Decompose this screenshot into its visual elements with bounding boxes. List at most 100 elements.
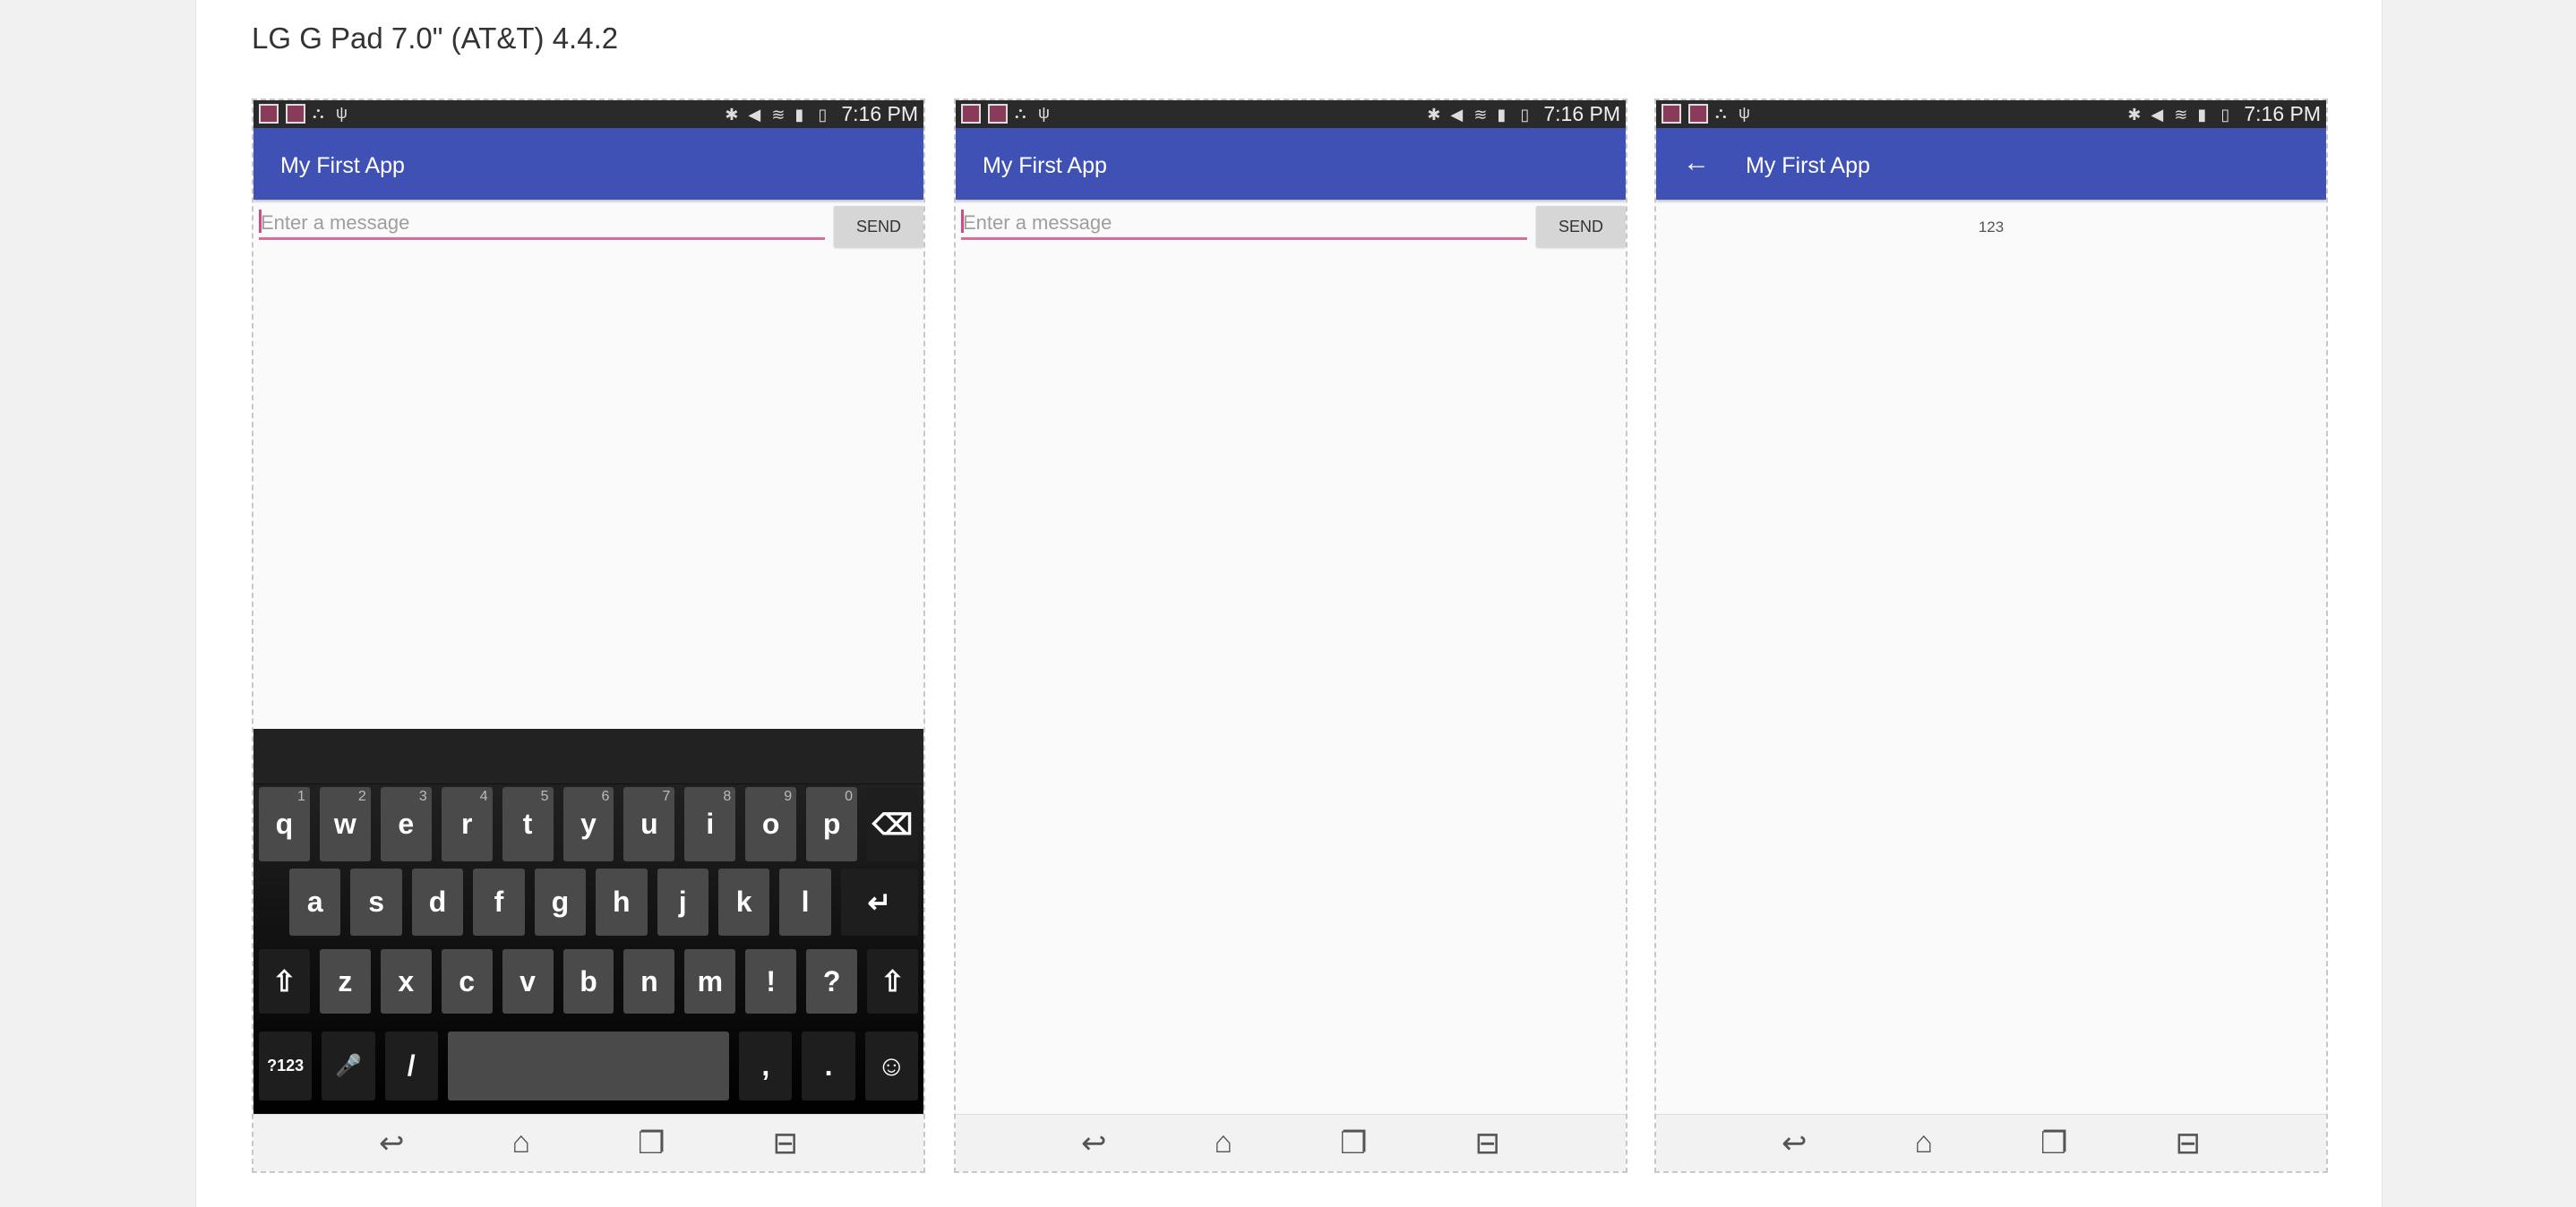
key-d[interactable]: d (411, 869, 464, 936)
usb-icon: ψ (336, 104, 348, 122)
home-icon[interactable]: ⌂ (1914, 1126, 1933, 1160)
key-hint: 2 (357, 789, 366, 804)
shift-key-right[interactable]: ⇧ (867, 949, 918, 1014)
recents-icon[interactable]: ❐ (1340, 1126, 1367, 1161)
app-bar: ← My First App (1656, 128, 2326, 200)
key-m[interactable]: m (684, 949, 736, 1014)
message-input[interactable]: Enter a message (961, 206, 1527, 240)
key-n[interactable]: n (623, 949, 675, 1014)
back-icon[interactable]: ↩ (1782, 1126, 1807, 1161)
key-hint: 7 (662, 789, 671, 804)
app-title: My First App (983, 153, 1107, 178)
symbols-key[interactable]: ?123 (259, 1032, 313, 1100)
status-time: 7:16 PM (841, 102, 918, 125)
enter-key[interactable]: ↵ (840, 869, 918, 936)
key-v[interactable]: v (502, 949, 554, 1014)
emoji-key[interactable]: ☺ (864, 1032, 919, 1100)
android-debug-icon: ⛬ (1715, 104, 1727, 122)
key-label: ?123 (267, 1057, 305, 1074)
mute-icon: ◀ (1450, 105, 1464, 124)
wifi-icon: ≋ (1473, 105, 1488, 124)
back-icon[interactable]: ↩ (379, 1126, 405, 1161)
status-time: 7:16 PM (1543, 102, 1620, 125)
bluetooth-icon: ✱ (725, 105, 739, 124)
key-hint: 4 (479, 789, 488, 804)
key-e[interactable]: e3 (380, 787, 432, 861)
home-icon[interactable]: ⌂ (511, 1126, 530, 1160)
key-label: n (640, 964, 658, 997)
message-input[interactable]: Enter a message (259, 206, 825, 240)
slash-key[interactable]: / (384, 1032, 438, 1100)
key-label: c (459, 964, 476, 997)
navigation-bar: ↩ ⌂ ❐ ⊟ (253, 1114, 923, 1171)
key-label: w (333, 808, 356, 840)
menu-icon[interactable]: ⊟ (772, 1126, 798, 1161)
key-r[interactable]: r4 (441, 787, 493, 861)
key-l[interactable]: l (779, 869, 831, 936)
page-title: LG G Pad 7.0" (AT&T) 4.4.2 (252, 21, 619, 55)
backspace-key[interactable]: ⌫ (867, 787, 918, 861)
notification-icon (1688, 104, 1708, 124)
key-o[interactable]: o9 (745, 787, 797, 861)
key-a[interactable]: a (289, 869, 341, 936)
key-label: q (275, 808, 294, 840)
send-button[interactable]: SEND (834, 206, 923, 247)
key-hint: 3 (418, 789, 427, 804)
key-label: z (338, 964, 353, 997)
notification-icon (1662, 104, 1681, 124)
key-b[interactable]: b (562, 949, 614, 1014)
recents-icon[interactable]: ❐ (638, 1126, 665, 1161)
android-debug-icon: ⛬ (1015, 104, 1026, 122)
key-g[interactable]: g (534, 869, 587, 936)
key-w[interactable]: w2 (319, 787, 371, 861)
key-f[interactable]: f (473, 869, 525, 936)
mic-key[interactable]: 🎤 (322, 1032, 375, 1100)
key-label: , (761, 1049, 770, 1082)
comma-key[interactable]: , (739, 1032, 793, 1100)
key-x[interactable]: x (380, 949, 432, 1014)
key-?[interactable]: ? (806, 949, 858, 1014)
key-i[interactable]: i8 (684, 787, 736, 861)
soft-keyboard: q 1 w 2 e 3 r 4 t 5 y 6 u 7 i 8 o 9 p 0 ⌫ a s d f g h j k l ↵ ⇧ z x c v b n… (253, 729, 923, 1116)
space-key[interactable] (447, 1032, 730, 1100)
app-bar: My First App (253, 128, 923, 200)
key-label: h (613, 886, 631, 918)
key-u[interactable]: u7 (623, 787, 675, 861)
key-label: x (398, 964, 415, 997)
key-t[interactable]: t5 (502, 787, 554, 861)
send-button[interactable]: SEND (1536, 206, 1626, 247)
recents-icon[interactable]: ❐ (2040, 1126, 2067, 1161)
key-![interactable]: ! (745, 949, 797, 1014)
key-label: l (801, 886, 810, 918)
status-bar: ⛬ ψ ✱ ◀ ≋ ▮ ▯ 7:16 PM (1656, 100, 2326, 128)
menu-icon[interactable]: ⊟ (2175, 1126, 2201, 1161)
key-label: i (706, 808, 715, 840)
key-label: j (678, 886, 687, 918)
period-key[interactable]: . (802, 1032, 855, 1100)
battery-icon: ▯ (1520, 105, 1530, 124)
app-bar: My First App (956, 128, 1626, 200)
key-z[interactable]: z (319, 949, 371, 1014)
status-bar: ⛬ ψ ✱ ◀ ≋ ▮ ▯ 7:16 PM (253, 100, 923, 128)
key-p[interactable]: p0 (806, 787, 858, 861)
key-c[interactable]: c (441, 949, 493, 1014)
usb-icon: ψ (1038, 104, 1050, 122)
shift-key[interactable]: ⇧ (259, 949, 310, 1014)
back-icon[interactable]: ↩ (1081, 1126, 1107, 1161)
menu-icon[interactable]: ⊟ (1474, 1126, 1500, 1161)
key-label: y (580, 808, 597, 840)
key-k[interactable]: k (717, 869, 770, 936)
home-icon[interactable]: ⌂ (1214, 1126, 1232, 1160)
key-y[interactable]: y6 (562, 787, 614, 861)
key-label: k (735, 886, 752, 918)
key-q[interactable]: q1 (259, 787, 310, 861)
key-label: o (761, 808, 780, 840)
battery-icon: ▯ (818, 105, 828, 124)
key-label: a (306, 886, 323, 918)
key-j[interactable]: j (657, 869, 708, 936)
message-text: 123 (1978, 218, 2005, 235)
key-label: ? (822, 964, 841, 997)
key-h[interactable]: h (596, 869, 648, 936)
key-s[interactable]: s (350, 869, 402, 936)
back-arrow-icon[interactable]: ← (1683, 148, 1710, 178)
